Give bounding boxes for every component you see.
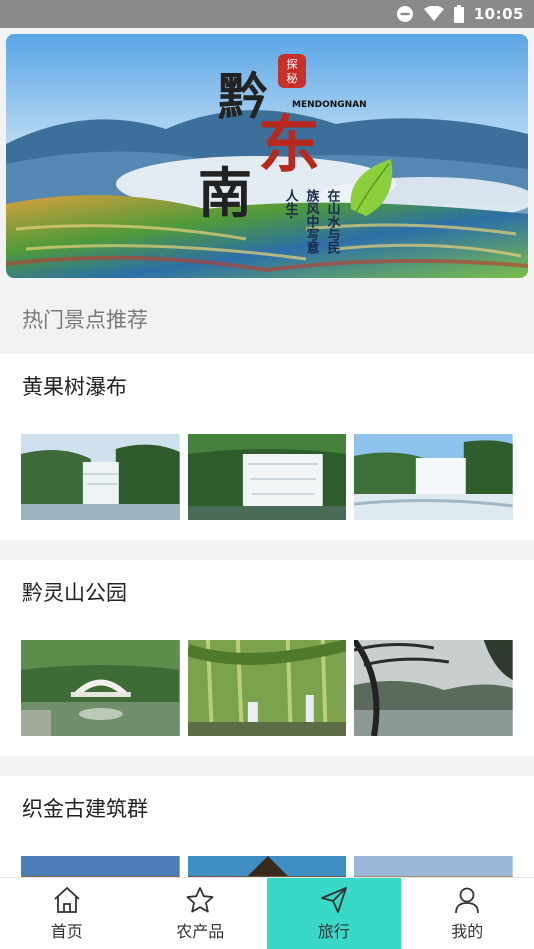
home-icon (52, 886, 82, 914)
tab-travel[interactable]: 旅行 (267, 878, 401, 949)
tab-farm-products-label: 农产品 (176, 921, 225, 941)
banner-slogan-line-1: 在山水与民 (325, 188, 341, 255)
wifi-icon (423, 6, 444, 22)
spot-card[interactable]: 黄果树瀑布 (0, 354, 534, 540)
lake-photo[interactable] (354, 640, 514, 736)
banner-seal-2: 秘 (287, 71, 298, 85)
tab-profile-label: 我的 (451, 921, 484, 941)
building-photo[interactable] (21, 856, 180, 877)
banner-slogan-line-2: 族风中写意 (304, 188, 320, 255)
spot-name: 黄果树瀑布 (22, 375, 127, 399)
spot-name: 织金古建筑群 (22, 797, 148, 821)
banner-slogan-line-3: 人生· (283, 188, 299, 219)
promo-banner[interactable]: 探 秘 黔 东 南 MENDONGNAN 在山水与民 族风中写意 人生· (6, 34, 528, 278)
tab-farm-products[interactable]: 农产品 (134, 878, 268, 949)
waterfall-photo[interactable] (187, 434, 347, 520)
bamboo-photo[interactable] (187, 640, 347, 736)
battery-icon (453, 5, 464, 23)
tab-home[interactable]: 首页 (0, 878, 134, 949)
paper-plane-icon (319, 886, 349, 914)
status-time: 10:05 (473, 5, 524, 23)
banner-seal-1: 探 (287, 58, 298, 71)
tab-home-label: 首页 (50, 921, 83, 941)
user-icon (452, 886, 482, 914)
main-content[interactable]: 探 秘 黔 东 南 MENDONGNAN 在山水与民 族风中写意 人生· 热门景… (0, 28, 534, 877)
tab-travel-label: 旅行 (317, 921, 350, 941)
spot-name: 黔灵山公园 (22, 581, 127, 605)
spot-card[interactable]: 织金古建筑群 (0, 776, 534, 877)
bottom-tab-bar: 首页 农产品 旅行 我的 (0, 877, 534, 949)
building-photo[interactable] (187, 856, 347, 877)
bridge-photo[interactable] (21, 640, 180, 736)
banner-title-char-2: 东 (258, 108, 320, 181)
banner-subtitle-en: MENDONGNAN (292, 100, 367, 110)
section-title: 热门景点推荐 (0, 284, 534, 354)
tab-profile[interactable]: 我的 (401, 878, 534, 949)
status-bar: 10:05 (0, 0, 534, 28)
spot-card[interactable]: 黔灵山公园 (0, 560, 534, 756)
building-photo[interactable] (354, 856, 514, 877)
waterfall-photo[interactable] (21, 434, 180, 520)
banner-title-char-3: 南 (198, 161, 252, 225)
star-icon (185, 886, 215, 914)
waterfall-photo[interactable] (354, 434, 514, 520)
do-not-disturb-icon (396, 5, 414, 23)
